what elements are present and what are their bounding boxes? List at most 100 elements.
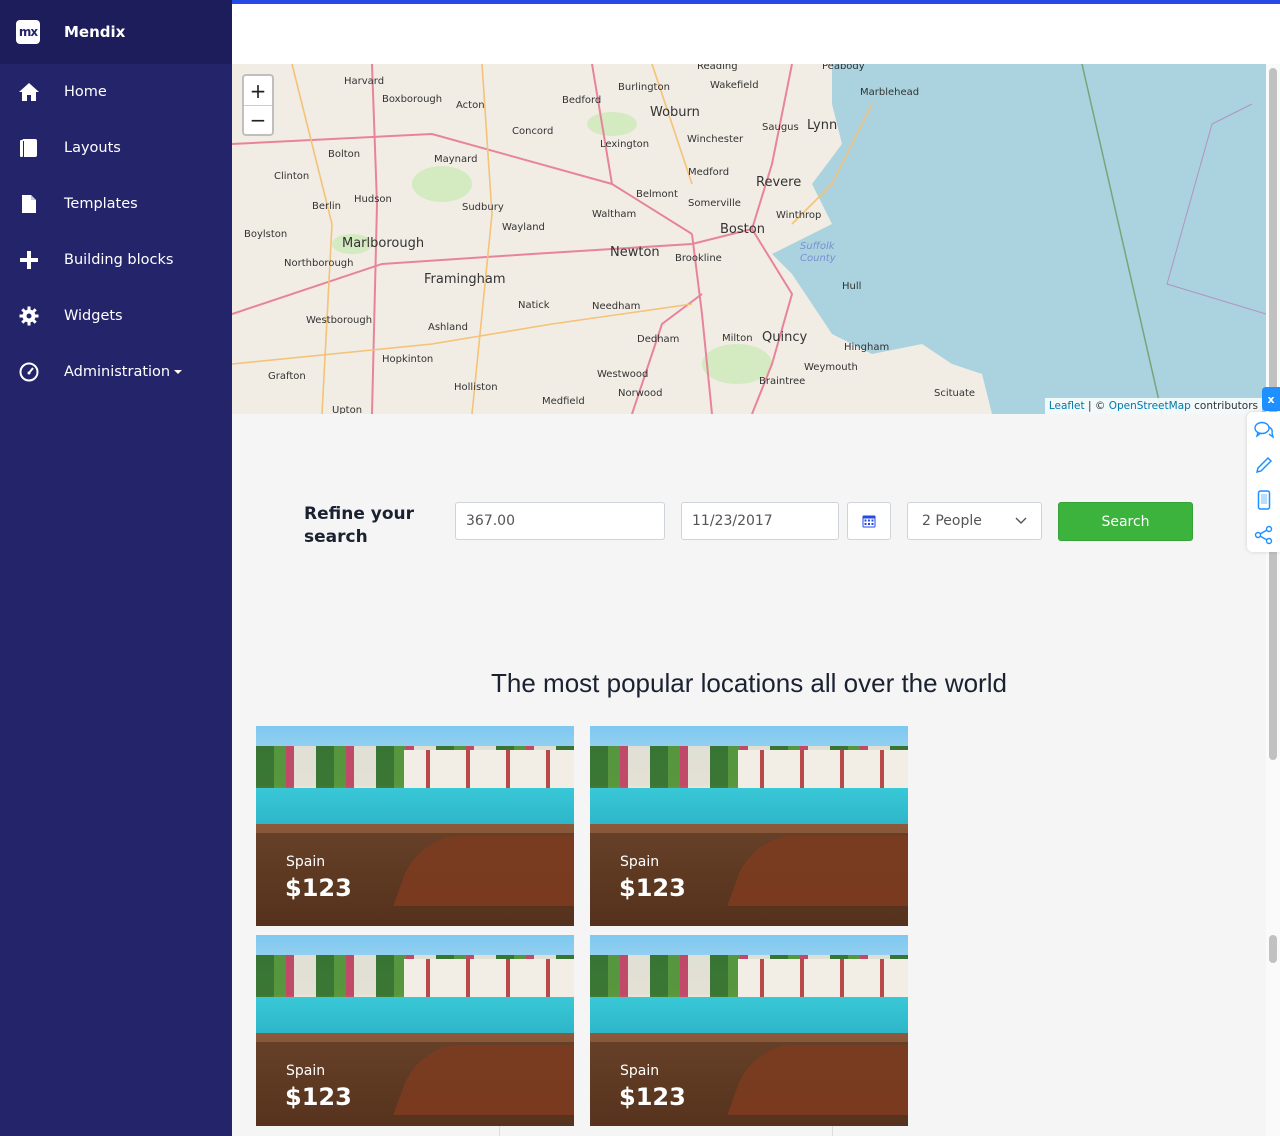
calendar-icon (862, 515, 876, 528)
svg-text:Winthrop: Winthrop (776, 210, 821, 221)
nav-label-text: Administration (64, 364, 171, 380)
pencil-icon[interactable] (1247, 447, 1280, 482)
osm-link[interactable]: OpenStreetMap (1109, 400, 1191, 412)
card-price: $123 (285, 1083, 352, 1111)
nav-item-building-blocks[interactable]: Building blocks (0, 232, 232, 288)
svg-text:Westborough: Westborough (306, 315, 372, 326)
refine-heading-line2: search (304, 527, 368, 547)
mendix-logo: mx (16, 20, 40, 44)
svg-text:Hull: Hull (842, 281, 861, 292)
plus-icon (18, 249, 40, 271)
popular-locations-title: The most popular locations all over the … (491, 668, 1007, 698)
nav-item-widgets[interactable]: Widgets (0, 288, 232, 344)
svg-text:Boylston: Boylston (244, 229, 287, 240)
date-input[interactable]: 11/23/2017 (681, 502, 839, 540)
svg-text:Ashland: Ashland (428, 322, 468, 333)
svg-text:Wayland: Wayland (502, 222, 545, 233)
location-card[interactable]: Spain $123 (590, 935, 908, 1126)
svg-text:Clinton: Clinton (274, 171, 309, 182)
share-icon[interactable] (1247, 517, 1280, 552)
svg-text:Somerville: Somerville (688, 198, 741, 209)
top-bar (232, 0, 1280, 64)
nav-label: Home (64, 84, 107, 100)
leaflet-link[interactable]: Leaflet (1049, 400, 1085, 412)
zoom-in-button[interactable]: + (244, 76, 272, 105)
svg-text:Belmont: Belmont (636, 189, 678, 200)
nav-label: Building blocks (64, 252, 174, 268)
caret-down-icon (174, 370, 183, 374)
card-footer-divider (256, 1126, 500, 1136)
svg-text:Holliston: Holliston (454, 382, 498, 393)
nav-label: Widgets (64, 308, 123, 324)
svg-text:Lynn: Lynn (807, 118, 837, 133)
svg-text:Bolton: Bolton (328, 149, 360, 160)
location-card[interactable]: Spain $123 (256, 935, 574, 1126)
svg-text:Peabody: Peabody (822, 64, 865, 72)
svg-text:Suffolk: Suffolk (800, 241, 836, 252)
home-icon (18, 81, 40, 103)
sidebar: mx Mendix Home Layouts Templates Buildin… (0, 0, 232, 1136)
nav-item-layouts[interactable]: Layouts (0, 120, 232, 176)
mobile-icon[interactable] (1247, 482, 1280, 517)
svg-text:Bedford: Bedford (562, 95, 601, 106)
svg-text:Burlington: Burlington (618, 82, 670, 93)
nav-label: Administration (64, 364, 183, 380)
svg-text:Marblehead: Marblehead (860, 87, 919, 98)
svg-text:Sudbury: Sudbury (462, 202, 504, 213)
refine-search-heading: Refine your search (304, 503, 444, 549)
svg-text:Northborough: Northborough (284, 258, 353, 269)
brand[interactable]: mx Mendix (0, 0, 232, 64)
svg-text:Concord: Concord (512, 126, 553, 137)
svg-text:Newton: Newton (610, 245, 660, 260)
map-zoom-control: + − (242, 74, 274, 136)
svg-text:Woburn: Woburn (650, 105, 700, 120)
card-price: $123 (619, 1083, 686, 1111)
svg-text:Dedham: Dedham (637, 334, 679, 345)
location-card[interactable]: Spain $123 (590, 726, 908, 926)
svg-text:Westwood: Westwood (597, 369, 648, 380)
svg-text:Maynard: Maynard (434, 154, 477, 165)
file-icon (18, 193, 40, 215)
nav-item-home[interactable]: Home (0, 64, 232, 120)
svg-text:Marlborough: Marlborough (342, 236, 424, 251)
card-country: Spain (286, 854, 326, 870)
svg-text:Hopkinton: Hopkinton (382, 354, 433, 365)
search-button[interactable]: Search (1058, 502, 1193, 541)
chat-icon[interactable] (1247, 412, 1280, 447)
scrollbar-thumb-secondary[interactable] (1269, 935, 1277, 963)
nav-item-templates[interactable]: Templates (0, 176, 232, 232)
zoom-out-button[interactable]: − (244, 105, 272, 134)
side-toolbar (1247, 412, 1280, 552)
svg-text:Weymouth: Weymouth (804, 362, 858, 373)
card-price: $123 (619, 874, 686, 902)
side-panel-tab[interactable]: x (1262, 387, 1280, 411)
card-price: $123 (285, 874, 352, 902)
svg-text:Needham: Needham (592, 301, 640, 312)
gear-icon (18, 305, 40, 327)
location-card[interactable]: Spain $123 (256, 726, 574, 926)
attribution-suffix: contributors (1194, 400, 1258, 412)
svg-text:County: County (800, 253, 837, 264)
calendar-button[interactable] (847, 502, 891, 540)
svg-text:Boxborough: Boxborough (382, 94, 442, 105)
svg-text:Medfield: Medfield (542, 396, 585, 407)
people-select[interactable]: 2 People (907, 502, 1042, 540)
svg-text:Revere: Revere (756, 175, 801, 190)
map[interactable]: Peabody Harvard Boxborough Acton Bedford… (232, 64, 1266, 414)
svg-text:Framingham: Framingham (424, 272, 505, 287)
svg-text:Hudson: Hudson (354, 194, 392, 205)
price-input[interactable]: 367.00 (455, 502, 665, 540)
svg-text:Berlin: Berlin (312, 201, 341, 212)
svg-text:Boston: Boston (720, 222, 765, 237)
attribution-separator: | © (1087, 400, 1106, 412)
svg-text:Winchester: Winchester (687, 134, 744, 145)
svg-text:Upton: Upton (332, 405, 362, 414)
svg-text:Lexington: Lexington (600, 139, 649, 150)
card-country: Spain (286, 1063, 326, 1079)
svg-text:Braintree: Braintree (759, 376, 805, 387)
nav-item-administration[interactable]: Administration (0, 344, 232, 400)
svg-text:Saugus: Saugus (762, 122, 799, 133)
svg-text:Natick: Natick (518, 300, 550, 311)
refine-heading-line1: Refine your (304, 504, 415, 524)
svg-text:Scituate: Scituate (934, 388, 975, 399)
